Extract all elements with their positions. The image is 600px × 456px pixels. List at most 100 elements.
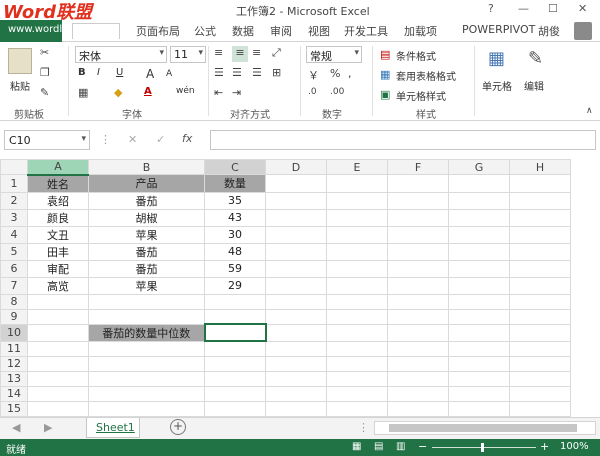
cell[interactable] bbox=[387, 340, 449, 357]
cell[interactable] bbox=[265, 191, 327, 210]
cell[interactable]: 43 bbox=[204, 208, 266, 227]
cell[interactable] bbox=[265, 174, 327, 193]
tab-view[interactable]: 视图 bbox=[308, 23, 330, 39]
row-header[interactable]: 13 bbox=[0, 370, 28, 387]
cell[interactable] bbox=[265, 259, 327, 278]
cell[interactable]: 48 bbox=[204, 242, 266, 261]
cell[interactable]: 苹果 bbox=[88, 276, 205, 295]
cell[interactable] bbox=[509, 259, 571, 278]
cell[interactable] bbox=[509, 370, 571, 387]
align-center-icon[interactable]: ☰ bbox=[232, 66, 242, 79]
cell[interactable] bbox=[88, 370, 205, 387]
row-header[interactable]: 7 bbox=[0, 276, 28, 295]
cell[interactable] bbox=[27, 370, 89, 387]
row-header[interactable]: 14 bbox=[0, 385, 28, 402]
cell[interactable] bbox=[448, 323, 510, 342]
cell[interactable]: 文丑 bbox=[27, 225, 89, 244]
cell[interactable] bbox=[326, 225, 388, 244]
cell[interactable] bbox=[88, 400, 205, 417]
cell[interactable] bbox=[448, 276, 510, 295]
sheet-next-icon[interactable]: ▶ bbox=[44, 421, 52, 434]
align-left-icon[interactable]: ☰ bbox=[214, 66, 224, 79]
cell[interactable]: 番茄 bbox=[88, 259, 205, 278]
cell[interactable] bbox=[387, 225, 449, 244]
formula-input[interactable] bbox=[210, 130, 596, 150]
column-header[interactable]: H bbox=[509, 159, 571, 175]
minimize-button[interactable]: — bbox=[518, 2, 529, 15]
column-header[interactable]: D bbox=[265, 159, 327, 175]
cell[interactable] bbox=[448, 225, 510, 244]
tab-page-layout[interactable]: 页面布局 bbox=[136, 23, 180, 39]
cell[interactable]: 袁绍 bbox=[27, 191, 89, 210]
row-header[interactable]: 5 bbox=[0, 242, 28, 261]
table-format-button[interactable]: 套用表格格式 bbox=[396, 68, 456, 83]
tab-addins[interactable]: 加载项 bbox=[404, 23, 437, 39]
cell[interactable] bbox=[448, 208, 510, 227]
cell[interactable] bbox=[387, 293, 449, 310]
cell[interactable] bbox=[509, 174, 571, 193]
phonetic-button[interactable]: wén bbox=[176, 86, 195, 96]
column-header[interactable]: G bbox=[448, 159, 510, 175]
cell[interactable] bbox=[509, 340, 571, 357]
cell[interactable]: 胡椒 bbox=[88, 208, 205, 227]
cell[interactable] bbox=[387, 370, 449, 387]
conditional-format-button[interactable]: 条件格式 bbox=[396, 48, 436, 63]
bold-button[interactable]: B bbox=[78, 67, 86, 78]
cell[interactable] bbox=[265, 293, 327, 310]
tab-powerpivot[interactable]: POWERPIVOT bbox=[462, 23, 535, 36]
cell[interactable] bbox=[509, 293, 571, 310]
cell[interactable] bbox=[204, 308, 266, 325]
file-tab[interactable]: www.wordlm.com bbox=[0, 20, 96, 42]
cell[interactable] bbox=[88, 293, 205, 310]
cell[interactable] bbox=[204, 340, 266, 357]
add-sheet-icon[interactable]: + bbox=[170, 419, 186, 435]
maximize-button[interactable]: ☐ bbox=[548, 2, 558, 15]
cell[interactable] bbox=[204, 400, 266, 417]
median-label-cell[interactable]: 番茄的数量中位数 bbox=[88, 323, 205, 342]
align-right-icon[interactable]: ☰ bbox=[252, 66, 262, 79]
paste-icon[interactable] bbox=[8, 48, 32, 74]
cell[interactable] bbox=[509, 208, 571, 227]
cell[interactable]: 59 bbox=[204, 259, 266, 278]
cell[interactable] bbox=[448, 385, 510, 402]
zoom-in-button[interactable]: + bbox=[540, 440, 549, 453]
cell[interactable] bbox=[326, 242, 388, 261]
cell[interactable] bbox=[88, 308, 205, 325]
cell[interactable] bbox=[265, 370, 327, 387]
align-bottom-icon[interactable]: ≡ bbox=[252, 46, 261, 59]
cell[interactable] bbox=[265, 323, 327, 342]
cell[interactable] bbox=[387, 259, 449, 278]
cell[interactable] bbox=[509, 276, 571, 295]
tab-home[interactable] bbox=[72, 23, 120, 39]
page-break-view-icon[interactable]: ▥ bbox=[396, 441, 405, 452]
cell[interactable] bbox=[265, 385, 327, 402]
cell-style-button[interactable]: 单元格样式 bbox=[396, 88, 446, 103]
cell[interactable] bbox=[448, 400, 510, 417]
cell[interactable] bbox=[326, 385, 388, 402]
currency-icon[interactable]: ￥ bbox=[308, 67, 319, 83]
cell[interactable] bbox=[448, 308, 510, 325]
help-button[interactable]: ? bbox=[488, 2, 494, 15]
number-format-select[interactable]: 常规 ▾ bbox=[306, 46, 362, 63]
zoom-out-button[interactable]: − bbox=[418, 440, 427, 453]
cell[interactable] bbox=[326, 323, 388, 342]
cell[interactable]: 姓名 bbox=[27, 174, 89, 193]
cell[interactable] bbox=[387, 174, 449, 193]
zoom-slider[interactable] bbox=[432, 447, 536, 448]
row-header[interactable]: 1 bbox=[0, 174, 28, 193]
cell[interactable] bbox=[265, 400, 327, 417]
column-header[interactable]: C bbox=[204, 159, 266, 175]
cell[interactable] bbox=[326, 355, 388, 372]
cell[interactable] bbox=[326, 276, 388, 295]
cell[interactable] bbox=[387, 355, 449, 372]
cell[interactable] bbox=[326, 259, 388, 278]
cell[interactable] bbox=[88, 385, 205, 402]
cell[interactable] bbox=[27, 308, 89, 325]
cell[interactable] bbox=[387, 385, 449, 402]
cell[interactable] bbox=[448, 370, 510, 387]
comma-icon[interactable]: , bbox=[348, 67, 352, 80]
user-name[interactable]: 胡俊 bbox=[538, 23, 560, 39]
cell[interactable] bbox=[204, 355, 266, 372]
cell[interactable]: 产品 bbox=[88, 174, 205, 193]
zoom-slider-thumb[interactable] bbox=[481, 443, 484, 452]
